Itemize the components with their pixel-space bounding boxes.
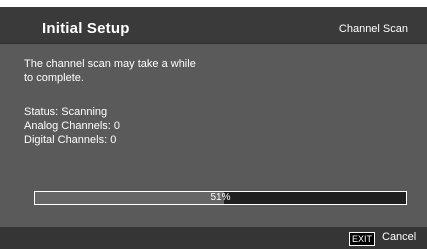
info-message-line-1: The channel scan may take a while (24, 58, 196, 70)
cancel-button[interactable]: Cancel (382, 231, 416, 243)
top-strip (0, 0, 427, 7)
page-subtitle: Channel Scan (338, 23, 408, 35)
info-message-line-2: to complete. (24, 72, 84, 84)
footer-bar: EXIT Cancel (0, 227, 427, 249)
digital-channels-count: Digital Channels: 0 (24, 134, 117, 146)
channel-scan-screen: Initial Setup Channel Scan The channel s… (0, 0, 427, 249)
header-divider (0, 43, 427, 44)
info-message: The channel scan may take a while to com… (24, 57, 284, 85)
analog-channels-count: Analog Channels: 0 (24, 120, 121, 132)
scan-status: Status: Scanning (24, 106, 108, 118)
header-bar: Initial Setup Channel Scan (0, 7, 427, 43)
exit-key-icon[interactable]: EXIT (349, 232, 376, 246)
scan-status-block: Status: Scanning Analog Channels: 0 Digi… (24, 105, 120, 147)
scan-progress-bar: 51% (34, 191, 407, 205)
page-title: Initial Setup (42, 20, 130, 37)
scan-progress-label: 51% (210, 192, 231, 203)
